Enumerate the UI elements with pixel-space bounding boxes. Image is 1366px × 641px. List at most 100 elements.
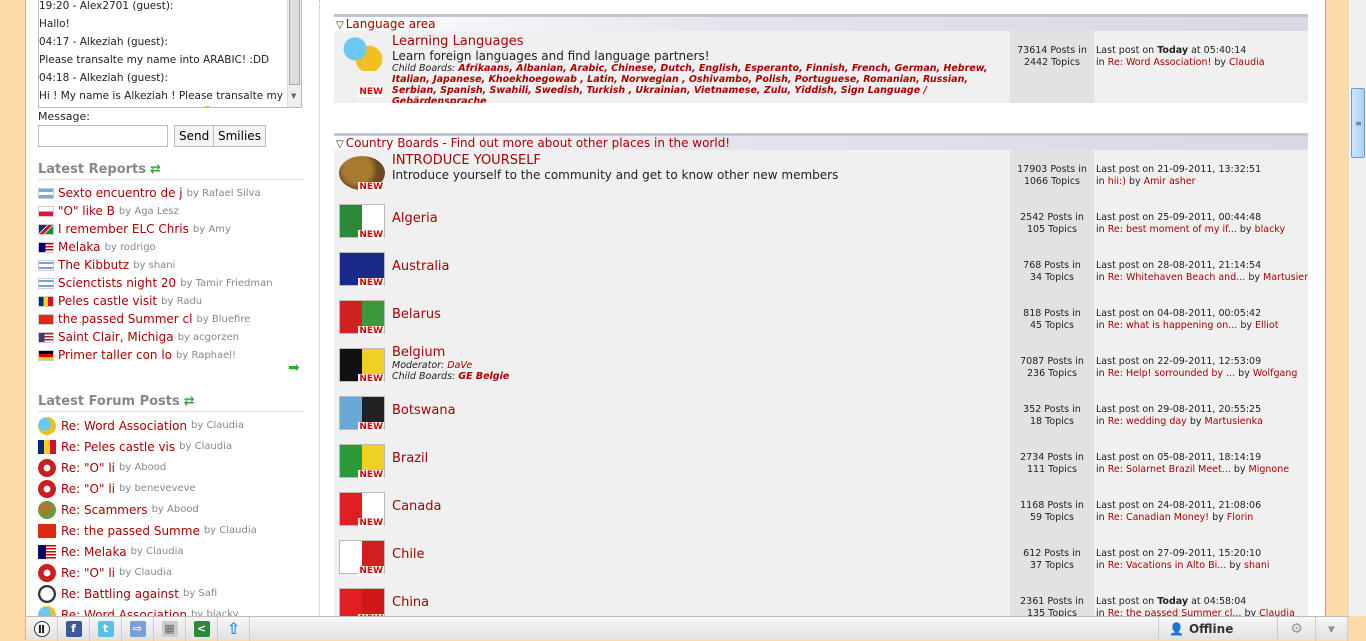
report-author[interactable]: by acgorzen <box>178 332 239 343</box>
last-post-topic-link[interactable]: Re: the passed Summer cl... <box>1108 608 1242 616</box>
category-header[interactable]: ▽ Language area <box>334 14 1308 31</box>
chat-scrollbar[interactable]: ▼ <box>287 0 301 107</box>
report-author[interactable]: by Aga Lesz <box>119 206 179 217</box>
share-button[interactable]: < <box>186 617 218 641</box>
post-author[interactable]: by beneveveve <box>119 483 196 494</box>
board-name[interactable]: Learning Languages <box>392 34 1008 49</box>
board-name[interactable]: Algeria <box>392 211 1008 226</box>
scroll-top-button[interactable]: ⇧ <box>218 617 250 641</box>
last-post-author-link[interactable]: Elliot <box>1255 320 1278 331</box>
smilies-button[interactable]: Smilies <box>213 125 266 147</box>
report-link[interactable]: The Kibbutz <box>58 258 129 272</box>
settings-button[interactable]: ⚙ <box>1278 617 1316 641</box>
report-author[interactable]: by Amy <box>193 224 231 235</box>
chat-status-button[interactable]: 👤 Offline <box>1158 617 1278 640</box>
last-post-topic-link[interactable]: Re: Word Association! <box>1108 57 1212 68</box>
report-author[interactable]: by shani <box>133 260 175 271</box>
more-arrow-icon[interactable]: ➡ <box>288 360 300 376</box>
last-post-author-link[interactable]: Claudia <box>1229 57 1265 68</box>
post-link[interactable]: Re: Melaka <box>61 545 127 559</box>
board-name[interactable]: Belgium <box>392 345 1008 360</box>
send-button[interactable]: Send <box>174 125 215 147</box>
last-post-author-link[interactable]: Amir asher <box>1144 176 1196 187</box>
last-post-topic-link[interactable]: hii:) <box>1108 176 1126 187</box>
last-post-author-link[interactable]: Martusienka <box>1205 416 1263 427</box>
report-author[interactable]: by Raphael! <box>176 350 236 361</box>
board-name[interactable]: Australia <box>392 259 1008 274</box>
scrollbar-thumb[interactable]: ≡ <box>1351 88 1365 158</box>
child-board-link[interactable]: GE Belgie <box>458 371 509 382</box>
board-name[interactable]: Brazil <box>392 451 1008 466</box>
post-author[interactable]: by Abood <box>152 504 199 515</box>
board-name[interactable]: China <box>392 595 1008 610</box>
report-link[interactable]: the passed Summer cl <box>58 312 192 326</box>
post-link[interactable]: Re: "O" li <box>61 482 115 496</box>
category-header[interactable]: ▽ Country Boards - Find out more about ot… <box>334 133 1308 150</box>
report-author[interactable]: by Radu <box>161 296 202 307</box>
post-author[interactable]: by Claudia <box>191 420 244 431</box>
post-author[interactable]: by Claudia <box>179 441 232 452</box>
last-post-topic-link[interactable]: Re: what is happening on... <box>1108 320 1238 331</box>
page-scrollbar[interactable]: ≡ <box>1348 0 1366 616</box>
last-post-author-link[interactable]: Mignone <box>1249 464 1290 475</box>
child-boards-links[interactable]: Afrikaans, Albanian, Arabic, Chinese, Du… <box>392 63 988 103</box>
last-post-author-link[interactable]: Claudia <box>1259 608 1295 616</box>
report-link[interactable]: Peles castle visit <box>58 294 157 308</box>
last-post-author-link[interactable]: blacky <box>1255 224 1286 235</box>
post-author[interactable]: by Safi <box>183 588 217 599</box>
post-link[interactable]: Re: the passed Summe <box>61 524 200 538</box>
message-input[interactable] <box>38 125 168 147</box>
report-author[interactable]: by Bluefire <box>196 314 250 325</box>
last-post-topic-link[interactable]: Re: Solarnet Brazil Meet... <box>1108 464 1231 475</box>
last-post-author-link[interactable]: Wolfgang <box>1253 368 1298 379</box>
post-link[interactable]: Re: Peles castle vis <box>61 440 175 454</box>
last-post-topic-link[interactable]: Re: Help! sorrounded by ... <box>1108 368 1235 379</box>
collapse-icon[interactable]: ▽ <box>336 139 344 150</box>
pages-button[interactable]: ▦ <box>154 617 186 641</box>
report-link[interactable]: Primer taller con lo <box>58 348 172 362</box>
report-link[interactable]: Scienctists night 20 <box>58 276 176 290</box>
post-link[interactable]: Re: "O" li <box>61 461 115 475</box>
collapse-bar-button[interactable]: ⩔ <box>1316 617 1348 641</box>
post-author[interactable]: by Claudia <box>131 546 184 557</box>
twitter-button[interactable]: t <box>90 617 122 641</box>
site-logo-button[interactable]: Ⅱ <box>26 617 58 641</box>
refresh-icon[interactable]: ⇄ <box>150 162 161 177</box>
shoutbox-log[interactable]: 19:20 - Alex2701 (guest): Hallo! 04:17 - A… <box>38 0 302 108</box>
post-link[interactable]: Re: Battling against <box>61 587 179 601</box>
last-post-topic-link[interactable]: Re: Vacations in Alto Bi... <box>1108 560 1227 571</box>
last-post-topic-link[interactable]: Re: wedding day <box>1108 416 1187 427</box>
last-post-topic-link[interactable]: Re: best moment of my if... <box>1108 224 1237 235</box>
report-link[interactable]: Sexto encuentro de j <box>58 186 183 200</box>
report-link[interactable]: I remember ELC Chris <box>58 222 189 236</box>
board-name[interactable]: Canada <box>392 499 1008 514</box>
report-author[interactable]: by Tamir Friedman <box>180 278 272 289</box>
board-name[interactable]: Belarus <box>392 307 1008 322</box>
collapse-icon[interactable]: ▽ <box>336 20 344 31</box>
post-link[interactable]: Re: Word Association <box>61 419 187 433</box>
last-post-topic-link[interactable]: Re: Whitehaven Beach and... <box>1108 272 1246 283</box>
post-link[interactable]: Re: Word Association <box>61 608 187 617</box>
post-author[interactable]: by blacky <box>191 609 239 616</box>
board-name[interactable]: INTRODUCE YOURSELF <box>392 153 1008 168</box>
post-link[interactable]: Re: "O" li <box>61 566 115 580</box>
report-author[interactable]: by Rafael Silva <box>187 188 261 199</box>
last-post-author-link[interactable]: Florin <box>1227 512 1253 523</box>
post-link[interactable]: Re: Scammers <box>61 503 148 517</box>
post-author[interactable]: by Claudia <box>119 567 172 578</box>
report-link[interactable]: Saint Clair, Michiga <box>58 330 174 344</box>
last-post-author-link[interactable]: shani <box>1244 560 1269 571</box>
report-link[interactable]: "O" like B <box>58 204 115 218</box>
report-link[interactable]: Melaka <box>58 240 101 254</box>
last-post-author-link[interactable]: Martusienka <box>1263 272 1308 283</box>
login-button[interactable]: ⇨ <box>122 617 154 641</box>
refresh-icon[interactable]: ⇄ <box>184 394 195 409</box>
post-author[interactable]: by Abood <box>119 462 166 473</box>
facebook-button[interactable]: f <box>58 617 90 641</box>
board-name[interactable]: Chile <box>392 547 1008 562</box>
moderator-link[interactable]: DaVe <box>447 360 472 371</box>
board-name[interactable]: Botswana <box>392 403 1008 418</box>
last-post-topic-link[interactable]: Re: Canadian Money! <box>1108 512 1209 523</box>
report-author[interactable]: by rodrigo <box>105 242 156 253</box>
post-author[interactable]: by Claudia <box>204 525 257 536</box>
